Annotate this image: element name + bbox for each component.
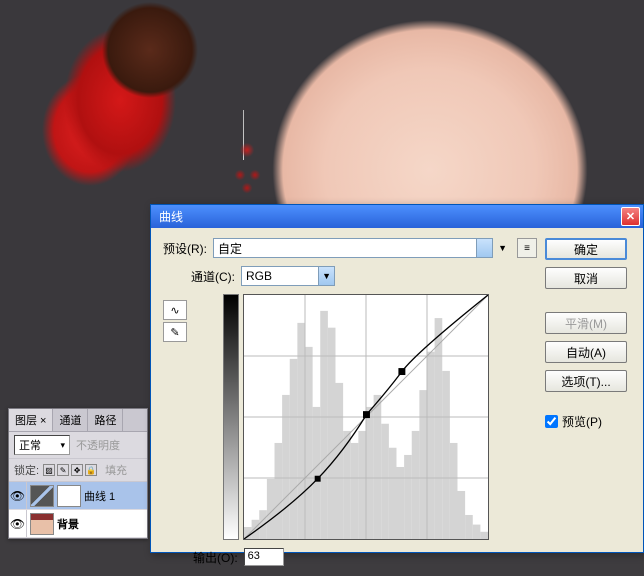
- curve-line[interactable]: [244, 295, 488, 539]
- output-field[interactable]: 63: [244, 548, 284, 566]
- visibility-icon[interactable]: 👁: [9, 482, 27, 509]
- output-gradient: [223, 294, 239, 540]
- channel-label: 通道(C):: [191, 268, 235, 285]
- preset-label: 预设(R):: [163, 240, 207, 257]
- output-label: 输出(O):: [193, 549, 238, 566]
- auto-button[interactable]: 自动(A): [545, 341, 627, 363]
- visibility-icon[interactable]: 👁: [9, 510, 27, 537]
- curve-tool-button[interactable]: ∿: [163, 300, 187, 320]
- lock-all-icon[interactable]: 🔒: [85, 464, 97, 476]
- curves-dialog: 曲线 ✕ 预设(R): 自定 ▼ ≡ 通道(C): RGB ▼: [150, 204, 644, 553]
- layer-list: 👁 曲线 1 👁 背景: [9, 482, 147, 538]
- list-item[interactable]: 👁 曲线 1: [9, 482, 147, 510]
- layer-name: 曲线 1: [84, 488, 115, 504]
- layer-name: 背景: [57, 516, 79, 532]
- dialog-titlebar[interactable]: 曲线 ✕: [151, 205, 643, 228]
- preview-checkbox[interactable]: 预览(P): [545, 413, 631, 430]
- channel-select[interactable]: RGB: [241, 266, 335, 286]
- options-button[interactable]: 选项(T)...: [545, 370, 627, 392]
- mask-thumbnail: [57, 485, 81, 507]
- preset-menu-button[interactable]: ≡: [517, 238, 537, 258]
- preview-label: 预览(P): [562, 413, 602, 430]
- close-button[interactable]: ✕: [621, 207, 640, 226]
- blend-mode-select[interactable]: 正常: [14, 435, 70, 455]
- lock-brush-icon[interactable]: ✎: [57, 464, 69, 476]
- curves-graph[interactable]: [243, 294, 489, 540]
- lock-label: 锁定:: [14, 462, 39, 478]
- pencil-tool-button[interactable]: ✎: [163, 322, 187, 342]
- smooth-button[interactable]: 平滑(M): [545, 312, 627, 334]
- chevron-down-icon: ▼: [498, 243, 507, 253]
- layers-panel-tabs: 图层 × 通道 路径: [9, 409, 147, 432]
- ok-button[interactable]: 确定: [545, 238, 627, 260]
- curves-thumbnail: [30, 485, 54, 507]
- photo-thumbnail: [30, 513, 54, 535]
- fill-label: 填充: [105, 462, 127, 478]
- tab-channels[interactable]: 通道: [53, 409, 88, 431]
- list-item[interactable]: 👁 背景: [9, 510, 147, 538]
- dialog-title: 曲线: [159, 208, 183, 225]
- tab-layers[interactable]: 图层 ×: [9, 409, 53, 431]
- lock-transparency-icon[interactable]: ▨: [43, 464, 55, 476]
- layers-panel: 图层 × 通道 路径 正常 不透明度 锁定: ▨ ✎ ✥ 🔒 填充 👁 曲线 1…: [8, 408, 148, 539]
- opacity-label: 不透明度: [76, 437, 120, 453]
- preset-select[interactable]: 自定: [213, 238, 493, 258]
- lock-move-icon[interactable]: ✥: [71, 464, 83, 476]
- cancel-button[interactable]: 取消: [545, 267, 627, 289]
- preview-checkbox-input[interactable]: [545, 415, 558, 428]
- tab-paths[interactable]: 路径: [88, 409, 123, 431]
